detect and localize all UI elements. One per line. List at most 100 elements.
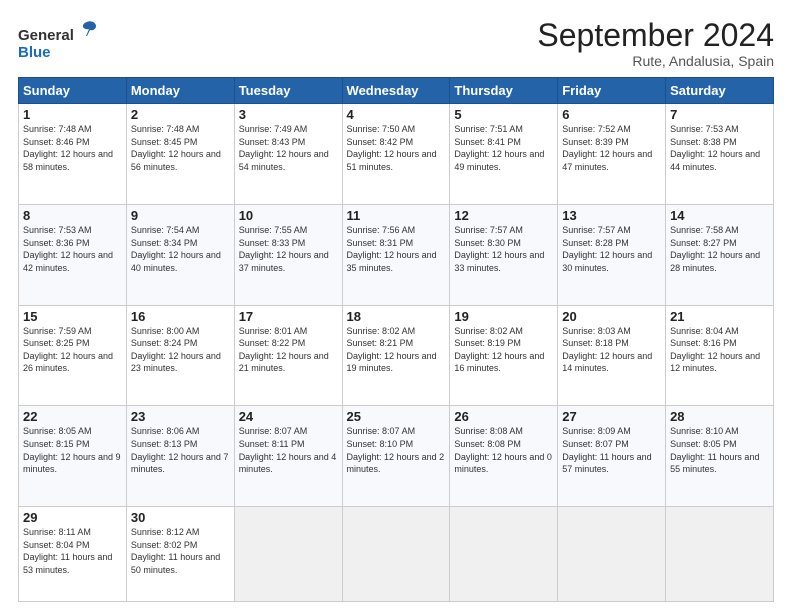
calendar-cell: 12 Sunrise: 7:57 AMSunset: 8:30 PMDaylig… <box>450 204 558 305</box>
calendar-cell: 13 Sunrise: 7:57 AMSunset: 8:28 PMDaylig… <box>558 204 666 305</box>
day-number: 23 <box>131 409 230 424</box>
day-info: Sunrise: 8:12 AMSunset: 8:02 PMDaylight:… <box>131 527 220 575</box>
day-info: Sunrise: 8:05 AMSunset: 8:15 PMDaylight:… <box>23 426 121 474</box>
logo-general-text: General <box>18 27 74 44</box>
calendar-cell: 21 Sunrise: 8:04 AMSunset: 8:16 PMDaylig… <box>666 305 774 406</box>
day-info: Sunrise: 7:54 AMSunset: 8:34 PMDaylight:… <box>131 225 221 273</box>
day-info: Sunrise: 8:02 AMSunset: 8:21 PMDaylight:… <box>347 326 437 374</box>
day-info: Sunrise: 8:04 AMSunset: 8:16 PMDaylight:… <box>670 326 760 374</box>
day-info: Sunrise: 7:48 AMSunset: 8:46 PMDaylight:… <box>23 124 113 172</box>
day-number: 1 <box>23 107 122 122</box>
calendar-row: 15 Sunrise: 7:59 AMSunset: 8:25 PMDaylig… <box>19 305 774 406</box>
weekday-header: Saturday <box>666 78 774 104</box>
logo-blue-text: Blue <box>18 44 51 61</box>
day-info: Sunrise: 8:02 AMSunset: 8:19 PMDaylight:… <box>454 326 544 374</box>
calendar-cell: 17 Sunrise: 8:01 AMSunset: 8:22 PMDaylig… <box>234 305 342 406</box>
day-number: 21 <box>670 309 769 324</box>
day-number: 28 <box>670 409 769 424</box>
day-number: 5 <box>454 107 553 122</box>
day-info: Sunrise: 7:56 AMSunset: 8:31 PMDaylight:… <box>347 225 437 273</box>
day-number: 24 <box>239 409 338 424</box>
calendar-cell: 22 Sunrise: 8:05 AMSunset: 8:15 PMDaylig… <box>19 406 127 507</box>
day-number: 14 <box>670 208 769 223</box>
header: General Blue September 2024 Rute, Andalu… <box>18 18 774 69</box>
day-info: Sunrise: 7:57 AMSunset: 8:28 PMDaylight:… <box>562 225 652 273</box>
location: Rute, Andalusia, Spain <box>537 53 774 69</box>
calendar-cell: 26 Sunrise: 8:08 AMSunset: 8:08 PMDaylig… <box>450 406 558 507</box>
calendar-cell: 23 Sunrise: 8:06 AMSunset: 8:13 PMDaylig… <box>126 406 234 507</box>
day-number: 4 <box>347 107 446 122</box>
day-number: 20 <box>562 309 661 324</box>
calendar-cell: 4 Sunrise: 7:50 AMSunset: 8:42 PMDayligh… <box>342 104 450 205</box>
day-info: Sunrise: 7:52 AMSunset: 8:39 PMDaylight:… <box>562 124 652 172</box>
day-info: Sunrise: 8:08 AMSunset: 8:08 PMDaylight:… <box>454 426 552 474</box>
calendar-cell: 7 Sunrise: 7:53 AMSunset: 8:38 PMDayligh… <box>666 104 774 205</box>
weekday-header: Wednesday <box>342 78 450 104</box>
calendar-cell <box>558 507 666 602</box>
day-number: 7 <box>670 107 769 122</box>
day-info: Sunrise: 7:48 AMSunset: 8:45 PMDaylight:… <box>131 124 221 172</box>
day-info: Sunrise: 7:49 AMSunset: 8:43 PMDaylight:… <box>239 124 329 172</box>
day-info: Sunrise: 8:00 AMSunset: 8:24 PMDaylight:… <box>131 326 221 374</box>
day-info: Sunrise: 7:51 AMSunset: 8:41 PMDaylight:… <box>454 124 544 172</box>
logo: General Blue <box>18 18 98 61</box>
calendar-row: 22 Sunrise: 8:05 AMSunset: 8:15 PMDaylig… <box>19 406 774 507</box>
calendar-cell: 16 Sunrise: 8:00 AMSunset: 8:24 PMDaylig… <box>126 305 234 406</box>
day-number: 17 <box>239 309 338 324</box>
day-info: Sunrise: 8:07 AMSunset: 8:11 PMDaylight:… <box>239 426 337 474</box>
calendar-cell: 11 Sunrise: 7:56 AMSunset: 8:31 PMDaylig… <box>342 204 450 305</box>
day-number: 19 <box>454 309 553 324</box>
weekday-header: Thursday <box>450 78 558 104</box>
calendar-row: 29 Sunrise: 8:11 AMSunset: 8:04 PMDaylig… <box>19 507 774 602</box>
day-info: Sunrise: 8:11 AMSunset: 8:04 PMDaylight:… <box>23 527 112 575</box>
month-title: September 2024 <box>537 18 774 53</box>
calendar-cell: 25 Sunrise: 8:07 AMSunset: 8:10 PMDaylig… <box>342 406 450 507</box>
calendar-cell: 3 Sunrise: 7:49 AMSunset: 8:43 PMDayligh… <box>234 104 342 205</box>
day-number: 12 <box>454 208 553 223</box>
calendar-cell: 19 Sunrise: 8:02 AMSunset: 8:19 PMDaylig… <box>450 305 558 406</box>
calendar-cell: 8 Sunrise: 7:53 AMSunset: 8:36 PMDayligh… <box>19 204 127 305</box>
calendar-header-row: SundayMondayTuesdayWednesdayThursdayFrid… <box>19 78 774 104</box>
day-number: 15 <box>23 309 122 324</box>
day-number: 2 <box>131 107 230 122</box>
day-number: 3 <box>239 107 338 122</box>
day-info: Sunrise: 7:55 AMSunset: 8:33 PMDaylight:… <box>239 225 329 273</box>
calendar-cell: 9 Sunrise: 7:54 AMSunset: 8:34 PMDayligh… <box>126 204 234 305</box>
day-info: Sunrise: 8:10 AMSunset: 8:05 PMDaylight:… <box>670 426 759 474</box>
day-number: 22 <box>23 409 122 424</box>
day-number: 16 <box>131 309 230 324</box>
calendar-cell: 27 Sunrise: 8:09 AMSunset: 8:07 PMDaylig… <box>558 406 666 507</box>
day-number: 26 <box>454 409 553 424</box>
calendar-cell <box>234 507 342 602</box>
weekday-header: Tuesday <box>234 78 342 104</box>
calendar-cell: 2 Sunrise: 7:48 AMSunset: 8:45 PMDayligh… <box>126 104 234 205</box>
logo-bird-icon <box>76 18 98 40</box>
day-info: Sunrise: 7:57 AMSunset: 8:30 PMDaylight:… <box>454 225 544 273</box>
day-number: 18 <box>347 309 446 324</box>
calendar-cell: 24 Sunrise: 8:07 AMSunset: 8:11 PMDaylig… <box>234 406 342 507</box>
day-info: Sunrise: 8:03 AMSunset: 8:18 PMDaylight:… <box>562 326 652 374</box>
calendar-cell: 1 Sunrise: 7:48 AMSunset: 8:46 PMDayligh… <box>19 104 127 205</box>
day-info: Sunrise: 7:50 AMSunset: 8:42 PMDaylight:… <box>347 124 437 172</box>
day-number: 10 <box>239 208 338 223</box>
day-info: Sunrise: 7:53 AMSunset: 8:38 PMDaylight:… <box>670 124 760 172</box>
day-number: 25 <box>347 409 446 424</box>
calendar-row: 8 Sunrise: 7:53 AMSunset: 8:36 PMDayligh… <box>19 204 774 305</box>
day-number: 30 <box>131 510 230 525</box>
calendar-cell: 14 Sunrise: 7:58 AMSunset: 8:27 PMDaylig… <box>666 204 774 305</box>
calendar-cell: 5 Sunrise: 7:51 AMSunset: 8:41 PMDayligh… <box>450 104 558 205</box>
day-info: Sunrise: 8:07 AMSunset: 8:10 PMDaylight:… <box>347 426 445 474</box>
calendar-cell: 10 Sunrise: 7:55 AMSunset: 8:33 PMDaylig… <box>234 204 342 305</box>
calendar-cell: 15 Sunrise: 7:59 AMSunset: 8:25 PMDaylig… <box>19 305 127 406</box>
day-number: 11 <box>347 208 446 223</box>
calendar-cell: 30 Sunrise: 8:12 AMSunset: 8:02 PMDaylig… <box>126 507 234 602</box>
calendar-cell: 28 Sunrise: 8:10 AMSunset: 8:05 PMDaylig… <box>666 406 774 507</box>
weekday-header: Monday <box>126 78 234 104</box>
calendar-table: SundayMondayTuesdayWednesdayThursdayFrid… <box>18 77 774 602</box>
day-number: 6 <box>562 107 661 122</box>
day-info: Sunrise: 7:59 AMSunset: 8:25 PMDaylight:… <box>23 326 113 374</box>
calendar-cell: 29 Sunrise: 8:11 AMSunset: 8:04 PMDaylig… <box>19 507 127 602</box>
day-info: Sunrise: 8:09 AMSunset: 8:07 PMDaylight:… <box>562 426 651 474</box>
calendar-cell <box>342 507 450 602</box>
day-number: 9 <box>131 208 230 223</box>
